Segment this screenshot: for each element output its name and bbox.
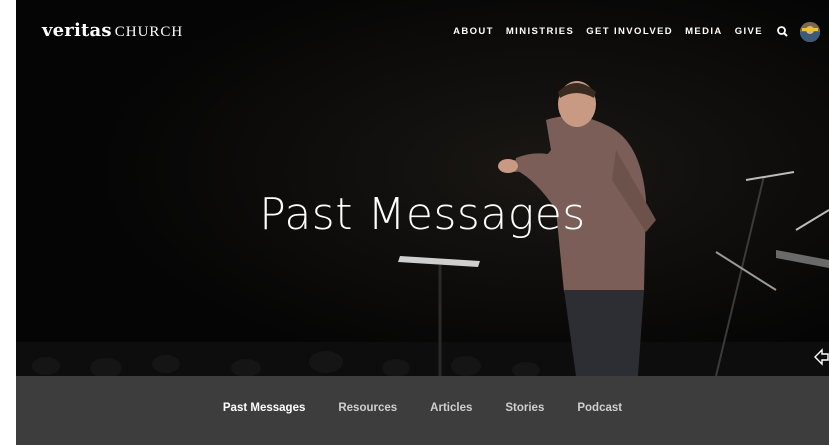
top-navigation-bar: veritas CHURCH ABOUT MINISTRIES GET INVOL…: [16, 0, 829, 64]
carousel-arrow-icon[interactable]: [814, 348, 829, 366]
nav-ministries[interactable]: MINISTRIES: [506, 26, 574, 37]
subnav-past-messages[interactable]: Past Messages: [223, 402, 305, 414]
subnav-articles[interactable]: Articles: [430, 402, 472, 414]
nav-media[interactable]: MEDIA: [685, 26, 723, 37]
user-avatar[interactable]: [800, 22, 820, 42]
search-icon[interactable]: [776, 25, 790, 39]
search-icon-glyph: [777, 26, 788, 37]
site-logo[interactable]: veritas CHURCH: [42, 20, 183, 41]
nav-get-involved[interactable]: GET INVOLVED: [586, 26, 673, 37]
main-nav: ABOUT MINISTRIES GET INVOLVED MEDIA GIVE: [453, 26, 763, 37]
subnav-stories[interactable]: Stories: [505, 402, 544, 414]
page-title: Past Messages: [259, 189, 586, 241]
hero-banner: veritas CHURCH ABOUT MINISTRIES GET INVOL…: [16, 0, 829, 376]
nav-give[interactable]: GIVE: [735, 26, 763, 37]
logo-wordmark-bold: veritas: [42, 20, 112, 41]
nav-about[interactable]: ABOUT: [453, 26, 494, 37]
subnav-podcast[interactable]: Podcast: [577, 402, 622, 414]
media-subnav: Past Messages Resources Articles Stories…: [16, 376, 829, 445]
subnav-resources[interactable]: Resources: [338, 402, 397, 414]
avatar-image: [800, 22, 820, 42]
arrow-left-icon: [814, 348, 829, 366]
subnav-items: Past Messages Resources Articles Stories…: [16, 402, 829, 414]
page: veritas CHURCH ABOUT MINISTRIES GET INVOL…: [16, 0, 829, 445]
logo-wordmark-light: CHURCH: [114, 24, 184, 40]
